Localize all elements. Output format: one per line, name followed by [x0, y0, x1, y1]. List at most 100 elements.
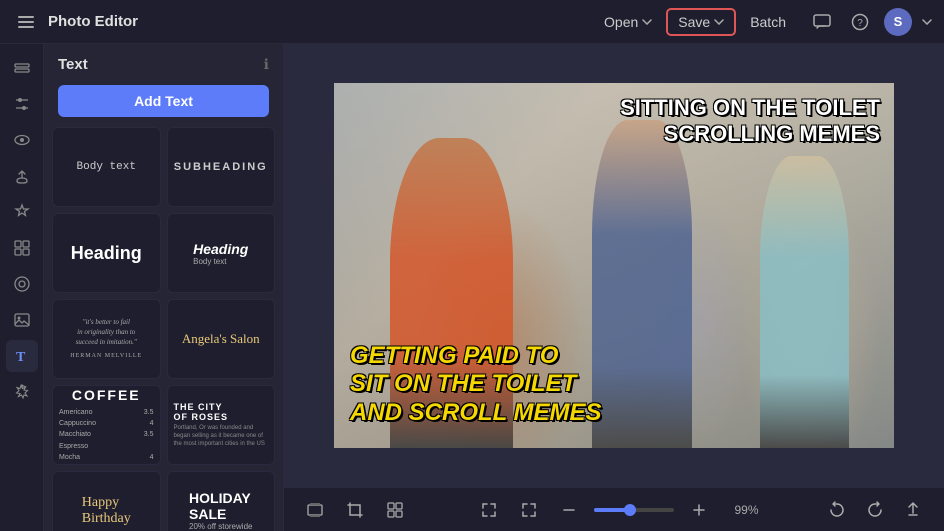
grid-icon: [386, 501, 404, 519]
redo-button[interactable]: [860, 495, 890, 525]
bottom-center-tools: 99%: [474, 495, 759, 525]
help-icon-button[interactable]: ?: [846, 8, 874, 36]
crop-icon: [346, 501, 364, 519]
undo-button[interactable]: [822, 495, 852, 525]
coffee-title: COFFEE: [59, 387, 154, 403]
layers-tool-icon: [306, 501, 324, 519]
undo-icon: [828, 501, 846, 519]
save-chevron-icon: [714, 19, 724, 25]
topbar: Photo Editor Open Save Batch ? S: [0, 0, 944, 44]
text-panel: Text ℹ Add Text Body text SUBHEADING Hea…: [44, 44, 284, 531]
sidebar-item-eye[interactable]: [6, 124, 38, 156]
info-icon[interactable]: ℹ: [264, 56, 269, 73]
meme-image[interactable]: SITTING ON THE TOILETSCROLLING MEMES GET…: [334, 83, 894, 448]
svg-text:?: ?: [857, 18, 863, 29]
open-button[interactable]: Open: [594, 9, 662, 35]
zoom-slider-thumb[interactable]: [624, 504, 636, 516]
coffee-container: COFFEE Americano3.5 Cappuccino4 Macchiat…: [53, 385, 160, 465]
help-icon: ?: [851, 13, 869, 31]
templates-grid: Body text SUBHEADING Heading Heading Bod…: [44, 127, 283, 531]
city-title: THE CITYOF ROSES: [174, 402, 269, 424]
figure-right: [760, 156, 850, 448]
sidebar-item-effects[interactable]: [6, 376, 38, 408]
template-script[interactable]: Angela's Salon: [167, 299, 276, 379]
bottom-left-tools: [300, 495, 410, 525]
zoom-out-button[interactable]: [554, 495, 584, 525]
subheading-label: SUBHEADING: [174, 161, 268, 173]
batch-button[interactable]: Batch: [740, 9, 796, 35]
heading-body-container: Heading Body text: [185, 233, 256, 274]
text-icon: T: [13, 347, 31, 365]
avatar-chevron-icon: [922, 19, 932, 25]
add-text-button[interactable]: Add Text: [58, 85, 269, 117]
app-title: Photo Editor: [48, 13, 138, 30]
city-container: THE CITYOF ROSES Portland, Or was founde…: [168, 396, 275, 455]
effects-icon: [13, 383, 31, 401]
heading-body-subtext: Body text: [193, 257, 226, 266]
eye-icon: [13, 131, 31, 149]
panel-title: Text: [58, 56, 88, 73]
meme-top-text: SITTING ON THE TOILETSCROLLING MEMES: [620, 95, 880, 148]
sidebar-item-layers[interactable]: [6, 52, 38, 84]
icon-sidebar: T: [0, 44, 44, 531]
holiday-container: HOLIDAYSALE 20% off storewide: [183, 485, 258, 531]
body-text-label: Body text: [77, 161, 136, 173]
sidebar-item-sliders[interactable]: [6, 88, 38, 120]
zoom-out-icon: [560, 501, 578, 519]
chat-icon-button[interactable]: [808, 8, 836, 36]
birthday-label: HappyBirthday: [82, 495, 131, 527]
template-heading-bold[interactable]: Heading: [52, 213, 161, 293]
template-coffee[interactable]: COFFEE Americano3.5 Cappuccino4 Macchiat…: [52, 385, 161, 465]
bottom-toolbar: 99%: [284, 487, 944, 531]
panel-header: Text ℹ: [44, 44, 283, 81]
avatar[interactable]: S: [884, 8, 912, 36]
bottom-right-tools: [822, 495, 928, 525]
expand-button[interactable]: [474, 495, 504, 525]
meme-bottom-text: GETTING PAID TOSIT ON THE TOILETAND SCRO…: [350, 342, 602, 428]
sidebar-item-elements[interactable]: [6, 268, 38, 300]
template-city[interactable]: THE CITYOF ROSES Portland, Or was founde…: [167, 385, 276, 465]
redo-icon: [866, 501, 884, 519]
topbar-right: ? S: [808, 8, 932, 36]
canvas-area: SITTING ON THE TOILETSCROLLING MEMES GET…: [284, 44, 944, 531]
canvas-wrapper[interactable]: SITTING ON THE TOILETSCROLLING MEMES GET…: [284, 44, 944, 487]
script-label: Angela's Salon: [182, 331, 260, 347]
chat-icon: [813, 14, 831, 30]
coffee-items: Americano3.5 Cappuccino4 Macchiato3.5 Es…: [59, 407, 154, 463]
expand-icon: [480, 501, 498, 519]
sidebar-item-magic[interactable]: [6, 196, 38, 228]
sidebar-item-layout[interactable]: [6, 232, 38, 264]
hamburger-icon: [18, 16, 34, 28]
share-icon: [904, 501, 922, 519]
sidebar-item-image[interactable]: [6, 304, 38, 336]
template-holiday[interactable]: HOLIDAYSALE 20% off storewide: [167, 471, 276, 531]
template-heading-body[interactable]: Heading Body text: [167, 213, 276, 293]
sidebar-item-text[interactable]: T: [6, 340, 38, 372]
main-content: T Text ℹ Add Text Body text SUBHEADING H…: [0, 44, 944, 531]
figure-center: [592, 120, 693, 449]
sliders-icon: [13, 95, 31, 113]
magic-icon: [13, 203, 31, 221]
grid-button[interactable]: [380, 495, 410, 525]
template-body-text[interactable]: Body text: [52, 127, 161, 207]
zoom-in-button[interactable]: [684, 495, 714, 525]
layout-icon: [13, 239, 31, 257]
fit-icon: [520, 501, 538, 519]
share-button[interactable]: [898, 495, 928, 525]
template-subheading[interactable]: SUBHEADING: [167, 127, 276, 207]
heading-bold-label: Heading: [71, 243, 142, 264]
elements-icon: [13, 275, 31, 293]
layers-button[interactable]: [300, 495, 330, 525]
template-quote[interactable]: "it's better to failin originality than …: [52, 299, 161, 379]
quote-text: "it's better to failin originality than …: [64, 312, 148, 366]
sidebar-item-brush[interactable]: [6, 160, 38, 192]
crop-button[interactable]: [340, 495, 370, 525]
save-button[interactable]: Save: [666, 8, 736, 36]
svg-text:T: T: [16, 350, 26, 365]
topbar-left: Photo Editor: [12, 8, 582, 36]
menu-button[interactable]: [12, 8, 40, 36]
template-birthday[interactable]: HappyBirthday: [52, 471, 161, 531]
heading-body-heading: Heading: [193, 241, 248, 257]
zoom-slider[interactable]: [594, 508, 674, 512]
fit-button[interactable]: [514, 495, 544, 525]
